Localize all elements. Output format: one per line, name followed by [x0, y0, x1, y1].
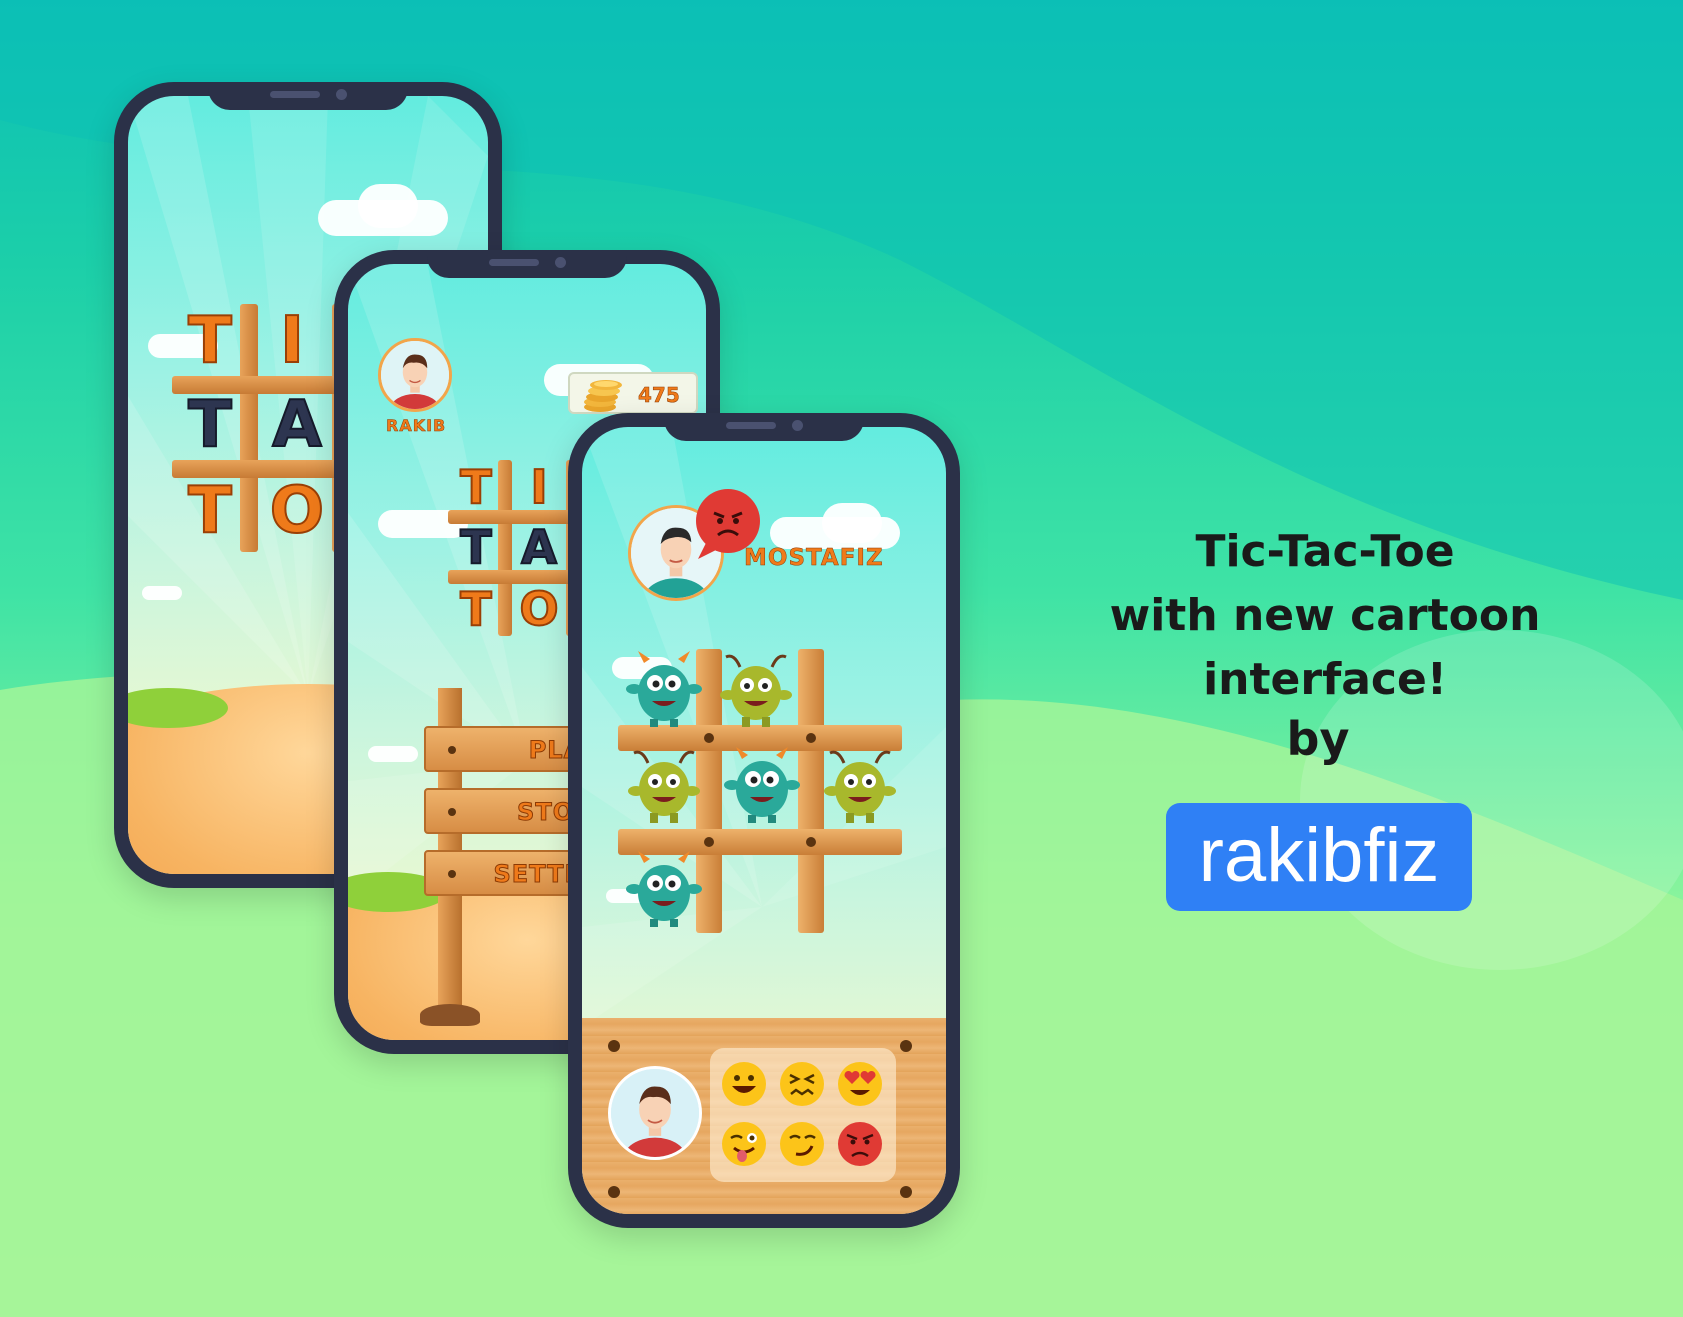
cloud	[368, 746, 418, 762]
wink-tongue-emoji-icon	[722, 1122, 766, 1166]
player-name: RAKIB	[386, 416, 447, 436]
olive-monster-icon	[824, 750, 896, 823]
wink-tongue-emoji[interactable]	[720, 1120, 768, 1168]
angry-emoji-icon	[838, 1122, 882, 1166]
board-cell-7[interactable]	[716, 849, 796, 929]
headline-title: Tic-Tac-Toe	[1195, 526, 1455, 577]
confounded-emoji-icon	[780, 1062, 824, 1106]
board-cell-2[interactable]	[820, 649, 900, 729]
boy-avatar-icon	[611, 1069, 699, 1157]
olive-monster-icon	[628, 750, 700, 823]
cloud	[358, 184, 418, 228]
olive-monster-icon	[720, 654, 792, 727]
game-screen: MOSTAFIZ	[582, 427, 946, 1214]
headline: Tic-Tac-Toe with new cartoon interface!	[985, 520, 1665, 712]
confounded-emoji[interactable]	[778, 1060, 826, 1108]
author-brand-badge: rakibfiz	[1166, 803, 1472, 911]
board-cell-5[interactable]	[820, 745, 900, 825]
player-avatar[interactable]	[378, 338, 452, 412]
board-cell-4[interactable]	[722, 745, 802, 825]
teal-monster-icon	[626, 851, 702, 927]
angry-emoji[interactable]	[836, 1120, 884, 1168]
board-cell-1[interactable]	[716, 649, 796, 729]
teal-monster-icon	[626, 651, 702, 727]
coin-stack-icon	[584, 380, 622, 412]
cloud	[142, 586, 182, 600]
teal-monster-icon	[724, 747, 800, 823]
grin-emoji-icon	[722, 1062, 766, 1106]
my-avatar	[608, 1066, 702, 1160]
headline-subtitle: with new cartoon interface!	[1109, 590, 1541, 705]
smirk-emoji-icon	[780, 1122, 824, 1166]
game-phone: MOSTAFIZ	[568, 413, 960, 1228]
board-cell-3[interactable]	[624, 745, 704, 825]
by-label: by	[1286, 712, 1350, 766]
coin-count: 475	[638, 383, 680, 408]
dirt-mound	[420, 1004, 480, 1026]
opponent-name: MOSTAFIZ	[744, 545, 884, 572]
emoji-panel	[582, 1018, 946, 1214]
board-cell-0[interactable]	[624, 649, 704, 729]
smirk-emoji[interactable]	[778, 1120, 826, 1168]
grin-emoji[interactable]	[720, 1060, 768, 1108]
emoji-tray	[710, 1048, 896, 1182]
board-cell-8[interactable]	[820, 849, 900, 929]
board-cell-6[interactable]	[624, 849, 704, 929]
cloud	[822, 503, 882, 543]
heart-eyes-emoji-icon	[838, 1062, 882, 1106]
heart-eyes-emoji[interactable]	[836, 1060, 884, 1108]
coin-counter: 475	[568, 372, 698, 414]
boy-avatar-icon	[381, 341, 449, 409]
